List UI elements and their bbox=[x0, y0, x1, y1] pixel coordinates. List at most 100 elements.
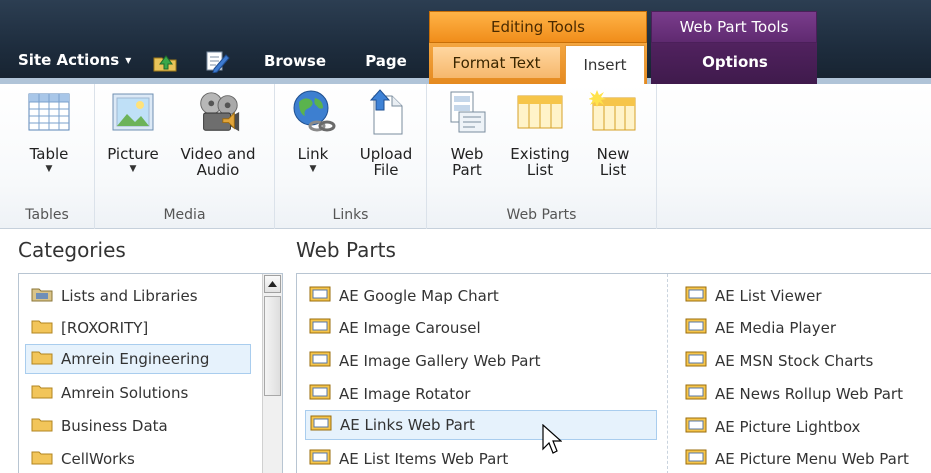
web-part-item[interactable]: AE Picture Menu Web Part bbox=[685, 444, 930, 473]
existing-list-label: Existing List bbox=[510, 145, 570, 179]
web-part-label: AE Image Gallery Web Part bbox=[339, 352, 541, 370]
web-part-label: AE List Viewer bbox=[715, 287, 822, 305]
category-label: CellWorks bbox=[61, 450, 135, 468]
group-links-label: Links bbox=[332, 207, 369, 223]
chevron-down-icon: ▼ bbox=[45, 164, 53, 174]
group-media: Picture ▼ Video and Audio Media bbox=[95, 84, 275, 229]
tab-page[interactable]: Page bbox=[358, 47, 414, 75]
categories-scrollbar[interactable] bbox=[262, 274, 282, 473]
video-audio-label: Video and Audio bbox=[180, 145, 256, 179]
web-part-item-icon bbox=[310, 415, 332, 435]
group-media-label: Media bbox=[163, 207, 206, 223]
web-part-label: AE Google Map Chart bbox=[339, 287, 499, 305]
editing-tools-context-label: Editing Tools bbox=[429, 11, 647, 43]
chevron-down-icon: ▾ bbox=[125, 53, 132, 67]
web-part-item[interactable]: AE Google Map Chart bbox=[307, 281, 657, 311]
category-item[interactable]: CellWorks bbox=[27, 444, 255, 473]
new-list-label: New List bbox=[596, 145, 630, 179]
web-part-label: Web Part bbox=[450, 145, 484, 179]
web-part-item-icon bbox=[309, 286, 331, 306]
web-part-item-selected[interactable]: AE Links Web Part bbox=[305, 410, 657, 440]
group-web-parts-label: Web Parts bbox=[506, 207, 577, 223]
existing-list-button[interactable]: Existing List bbox=[505, 88, 575, 178]
web-part-item[interactable]: AE List Items Web Part bbox=[307, 444, 657, 473]
edit-page-icon[interactable] bbox=[204, 49, 230, 77]
web-part-item[interactable]: AE Image Rotator bbox=[307, 379, 657, 409]
scroll-thumb[interactable] bbox=[264, 296, 281, 396]
new-list-button[interactable]: New List bbox=[583, 88, 643, 178]
picture-icon bbox=[109, 88, 157, 136]
category-label: Business Data bbox=[61, 417, 168, 435]
tab-browse[interactable]: Browse bbox=[258, 47, 332, 75]
web-part-icon bbox=[443, 88, 491, 136]
folder-icon bbox=[31, 349, 53, 369]
link-label: Link bbox=[297, 145, 329, 163]
ribbon-insert-panel: Table ▼ Tables Picture ▼ Video and Audio… bbox=[0, 84, 931, 229]
picture-label: Picture bbox=[107, 145, 159, 163]
category-item[interactable]: Business Data bbox=[27, 411, 255, 441]
web-part-item-icon bbox=[309, 449, 331, 469]
folder-icon bbox=[31, 416, 53, 436]
web-part-item[interactable]: AE Image Gallery Web Part bbox=[307, 346, 657, 376]
web-part-item-icon bbox=[685, 286, 707, 306]
web-part-label: AE Picture Menu Web Part bbox=[715, 450, 909, 468]
web-part-item[interactable]: AE MSN Stock Charts bbox=[685, 346, 930, 376]
folder-icon bbox=[31, 449, 53, 469]
web-part-item-icon bbox=[309, 318, 331, 338]
web-part-label: AE Media Player bbox=[715, 319, 837, 337]
web-part-label: AE Image Rotator bbox=[339, 385, 471, 403]
category-item[interactable]: Lists and Libraries bbox=[27, 281, 255, 311]
upload-file-button[interactable]: Upload File bbox=[351, 88, 421, 178]
table-button[interactable]: Table ▼ bbox=[22, 88, 76, 174]
web-part-item-icon bbox=[685, 318, 707, 338]
web-part-item-icon bbox=[685, 351, 707, 371]
link-globe-icon bbox=[289, 88, 337, 136]
video-audio-icon bbox=[194, 88, 242, 136]
web-part-item[interactable]: AE List Viewer bbox=[685, 281, 930, 311]
video-audio-button[interactable]: Video and Audio bbox=[173, 88, 263, 178]
categories-list[interactable]: Lists and Libraries [ROXORITY] Amrein En… bbox=[18, 273, 283, 473]
link-button[interactable]: Link ▼ bbox=[285, 88, 341, 174]
upload-file-label: Upload File bbox=[359, 145, 413, 179]
library-folder-icon bbox=[31, 286, 53, 306]
mouse-pointer-icon bbox=[542, 423, 563, 460]
web-part-label: AE Picture Lightbox bbox=[715, 418, 861, 436]
group-tables: Table ▼ Tables bbox=[0, 84, 95, 229]
column-divider bbox=[667, 274, 668, 473]
category-label: Amrein Solutions bbox=[61, 384, 189, 402]
folder-icon bbox=[31, 318, 53, 338]
categories-heading: Categories bbox=[18, 238, 126, 262]
tab-insert[interactable]: Insert bbox=[565, 45, 645, 84]
web-part-item[interactable]: AE Media Player bbox=[685, 313, 930, 343]
chevron-down-icon: ▼ bbox=[309, 164, 317, 174]
category-label: Amrein Engineering bbox=[61, 350, 210, 368]
group-web-parts: Web Part Existing List New List Web Part… bbox=[427, 84, 657, 229]
web-part-item-icon bbox=[685, 384, 707, 404]
web-parts-list[interactable]: AE Google Map Chart AE Image Carousel AE… bbox=[296, 273, 931, 473]
table-label: Table bbox=[29, 145, 69, 163]
web-part-tools-context-label: Web Part Tools bbox=[651, 11, 817, 43]
existing-list-icon bbox=[516, 88, 564, 136]
web-part-item-icon bbox=[309, 384, 331, 404]
category-item-selected[interactable]: Amrein Engineering bbox=[25, 344, 251, 374]
scroll-up-button[interactable] bbox=[264, 275, 281, 293]
table-icon bbox=[25, 88, 73, 136]
web-part-label: AE List Items Web Part bbox=[339, 450, 509, 468]
category-label: Lists and Libraries bbox=[61, 287, 198, 305]
web-part-label: AE Image Carousel bbox=[339, 319, 481, 337]
tab-options[interactable]: Options bbox=[660, 47, 810, 77]
web-part-label: AE Links Web Part bbox=[340, 416, 475, 434]
web-part-button[interactable]: Web Part bbox=[439, 88, 495, 178]
category-item[interactable]: [ROXORITY] bbox=[27, 313, 255, 343]
site-actions-menu[interactable]: Site Actions ▾ bbox=[18, 46, 136, 74]
category-label: [ROXORITY] bbox=[61, 319, 149, 337]
web-part-item[interactable]: AE Image Carousel bbox=[307, 313, 657, 343]
tab-format-text[interactable]: Format Text bbox=[433, 47, 560, 78]
category-item[interactable]: Amrein Solutions bbox=[27, 378, 255, 408]
web-part-item[interactable]: AE News Rollup Web Part bbox=[685, 379, 930, 409]
web-part-label: AE MSN Stock Charts bbox=[715, 352, 874, 370]
navigate-up-icon[interactable] bbox=[152, 50, 178, 76]
picture-button[interactable]: Picture ▼ bbox=[105, 88, 161, 174]
web-part-item[interactable]: AE Picture Lightbox bbox=[685, 412, 930, 442]
new-list-icon bbox=[589, 88, 637, 136]
